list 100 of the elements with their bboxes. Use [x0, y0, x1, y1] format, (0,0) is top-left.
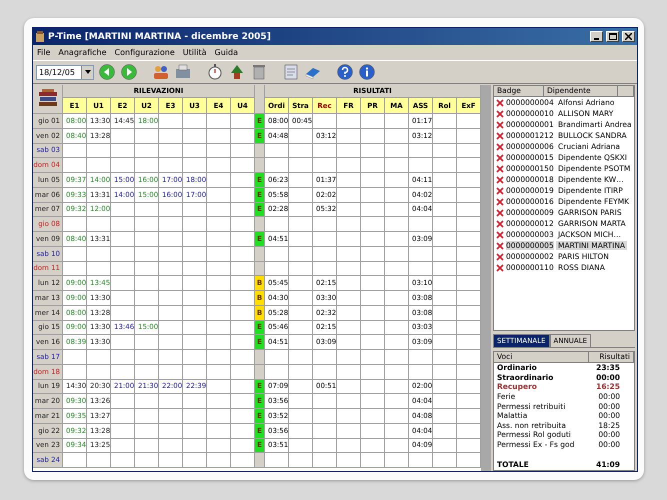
table-cell [63, 453, 87, 468]
table-cell [409, 158, 433, 173]
table-cell [433, 380, 457, 394]
help-icon[interactable] [336, 63, 354, 81]
menu-item[interactable]: Utilità [182, 48, 206, 57]
table-cell [87, 144, 111, 158]
table-cell [207, 409, 231, 424]
table-cell [87, 350, 111, 365]
table-cell [63, 144, 87, 158]
table-cell [159, 262, 183, 276]
table-cell [361, 424, 385, 438]
table-cell [385, 173, 409, 188]
menu-item[interactable]: File [37, 48, 50, 57]
info-icon[interactable] [358, 63, 376, 81]
table-cell [361, 114, 385, 129]
notebook-icon[interactable] [282, 63, 300, 81]
table-cell [433, 114, 457, 129]
table-cell [183, 364, 207, 380]
table-cell [433, 350, 457, 365]
table-cell [337, 144, 361, 158]
table-cell [183, 350, 207, 365]
trash-icon[interactable] [250, 63, 268, 81]
maximize-button[interactable] [606, 31, 619, 42]
users-icon[interactable] [152, 63, 170, 81]
status-cell [255, 453, 265, 468]
table-cell [385, 188, 409, 202]
cross-icon [496, 186, 504, 194]
table-cell [289, 424, 313, 438]
table-cell [337, 202, 361, 218]
table-cell [207, 173, 231, 188]
table-cell [159, 350, 183, 365]
menu-item[interactable]: Guida [214, 48, 238, 57]
table-cell [183, 438, 207, 454]
table-cell [361, 350, 385, 365]
close-button[interactable] [622, 31, 635, 42]
cross-icon [496, 198, 504, 206]
table-cell [361, 144, 385, 158]
table-cell [385, 364, 409, 380]
table-cell [159, 276, 183, 291]
status-header [255, 85, 265, 114]
table-cell [433, 438, 457, 454]
table-cell [111, 350, 135, 365]
minimize-button[interactable] [590, 31, 603, 42]
table-cell [207, 350, 231, 365]
table-cell [361, 276, 385, 291]
table-cell [135, 350, 159, 365]
back-icon[interactable] [98, 63, 116, 81]
stopwatch-icon[interactable] [206, 63, 224, 81]
table-cell [409, 350, 433, 365]
table-cell [135, 246, 159, 262]
table-cell [159, 424, 183, 438]
table-cell [183, 394, 207, 409]
table-cell [433, 291, 457, 306]
table-cell [289, 246, 313, 262]
table-cell [433, 158, 457, 173]
table-cell [135, 276, 159, 291]
table-cell [361, 380, 385, 394]
table-cell [183, 202, 207, 218]
cross-icon [496, 176, 504, 184]
table-cell [385, 158, 409, 173]
table-cell [313, 364, 337, 380]
forward-icon[interactable] [120, 63, 138, 81]
table-cell [289, 173, 313, 188]
table-cell [337, 364, 361, 380]
table-cell [265, 453, 289, 468]
table-cell [337, 291, 361, 306]
table-cell [361, 320, 385, 336]
table-cell [289, 335, 313, 350]
date-field[interactable]: 18/12/05 [36, 64, 94, 80]
table-cell [265, 246, 289, 262]
plant-icon[interactable] [228, 63, 246, 81]
table-cell [183, 128, 207, 144]
table-cell [159, 232, 183, 247]
table-cell [183, 409, 207, 424]
table-cell [361, 306, 385, 320]
table-cell [433, 232, 457, 247]
status-cell [255, 246, 265, 262]
table-cell [337, 335, 361, 350]
menu-item[interactable]: Configurazione [114, 48, 175, 57]
table-cell [337, 217, 361, 232]
table-cell [361, 217, 385, 232]
table-cell [159, 291, 183, 306]
table-cell [207, 217, 231, 232]
table-cell [433, 276, 457, 291]
table-cell [265, 350, 289, 365]
table-cell [159, 438, 183, 454]
table-cell [361, 158, 385, 173]
menu-item[interactable]: Anagrafiche [58, 48, 107, 57]
table-cell [159, 144, 183, 158]
table-cell [183, 276, 207, 291]
table-cell [135, 128, 159, 144]
table-cell [385, 217, 409, 232]
table-cell [433, 202, 457, 218]
table-cell [385, 409, 409, 424]
table-cell [289, 128, 313, 144]
table-cell [385, 246, 409, 262]
table-cell [135, 144, 159, 158]
status-cell [255, 364, 265, 380]
table-cell [111, 158, 135, 173]
table-cell [385, 262, 409, 276]
